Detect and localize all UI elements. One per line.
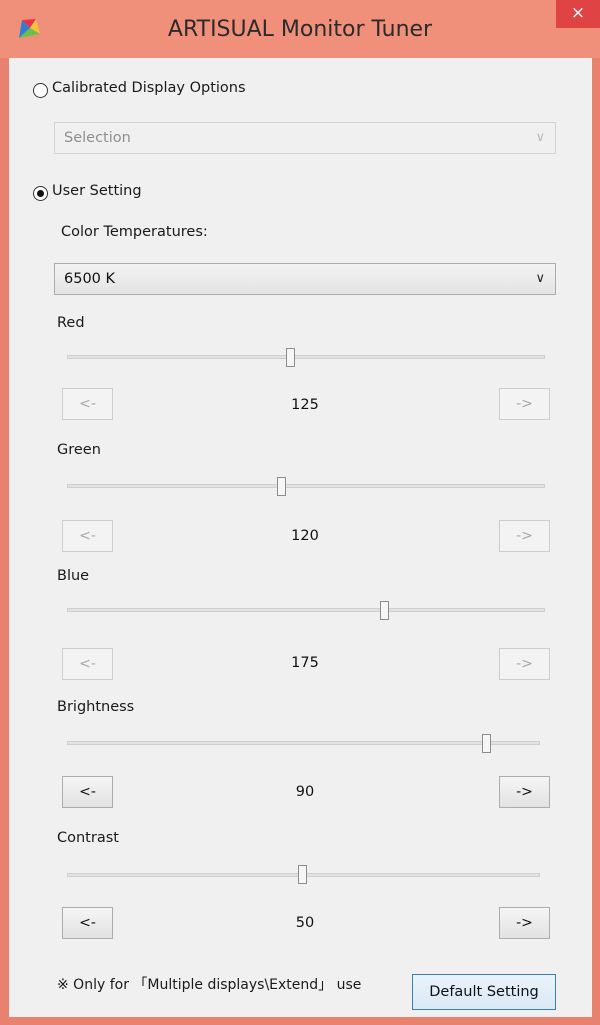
chevron-down-icon: ∨ — [535, 271, 545, 286]
red-increase-button[interactable]: -> — [499, 388, 550, 420]
calibrated-radio[interactable] — [33, 83, 48, 98]
blue-slider-track[interactable] — [67, 608, 545, 612]
radio-selected-dot — [37, 190, 44, 197]
blue-value: 175 — [291, 655, 319, 671]
contrast-increase-button[interactable]: -> — [499, 907, 550, 939]
contrast-label: Contrast — [57, 830, 119, 846]
brightness-slider-track[interactable] — [67, 741, 540, 745]
brightness-increase-button[interactable]: -> — [499, 776, 550, 808]
color-temp-select[interactable]: 6500 K ∨ — [54, 263, 556, 295]
blue-increase-button[interactable]: -> — [499, 648, 550, 680]
brightness-value: 90 — [295, 784, 315, 800]
user-setting-radio[interactable] — [33, 186, 48, 201]
brightness-label: Brightness — [57, 699, 135, 715]
green-decrease-button[interactable]: <- — [62, 520, 113, 552]
green-value: 120 — [291, 528, 319, 544]
green-increase-button[interactable]: -> — [499, 520, 550, 552]
green-slider-thumb[interactable] — [277, 477, 286, 496]
window-title: ARTISUAL Monitor Tuner — [167, 17, 433, 42]
extend-mode-note: ※ Only for 「Multiple displays\Extend」 us… — [57, 977, 362, 993]
user-setting-label[interactable]: User Setting — [52, 183, 142, 199]
red-decrease-button[interactable]: <- — [62, 388, 113, 420]
close-button[interactable]: × — [556, 0, 600, 28]
contrast-value: 50 — [295, 915, 315, 931]
calibrated-select-value: Selection — [64, 130, 131, 146]
green-slider-track[interactable] — [67, 484, 545, 488]
blue-decrease-button[interactable]: <- — [62, 648, 113, 680]
red-label: Red — [57, 315, 85, 331]
color-temp-label: Color Temperatures: — [61, 224, 208, 240]
red-slider-track[interactable] — [67, 355, 545, 359]
calibrated-select: Selection ∨ — [54, 122, 556, 154]
contrast-decrease-button[interactable]: <- — [62, 907, 113, 939]
blue-label: Blue — [57, 568, 90, 584]
brightness-decrease-button[interactable]: <- — [62, 776, 113, 808]
brightness-slider-thumb[interactable] — [482, 734, 491, 753]
red-value: 125 — [291, 397, 319, 413]
main-panel: Calibrated Display Options Selection ∨ U… — [9, 58, 592, 1017]
red-slider-thumb[interactable] — [286, 348, 295, 367]
contrast-slider-thumb[interactable] — [298, 865, 307, 884]
calibrated-label[interactable]: Calibrated Display Options — [52, 80, 246, 96]
chevron-down-icon: ∨ — [535, 130, 545, 145]
title-bar: ARTISUAL Monitor Tuner × — [0, 0, 600, 58]
default-setting-button[interactable]: Default Setting — [412, 974, 556, 1010]
green-label: Green — [57, 442, 101, 458]
blue-slider-thumb[interactable] — [380, 601, 389, 620]
color-temp-value: 6500 K — [64, 271, 116, 287]
